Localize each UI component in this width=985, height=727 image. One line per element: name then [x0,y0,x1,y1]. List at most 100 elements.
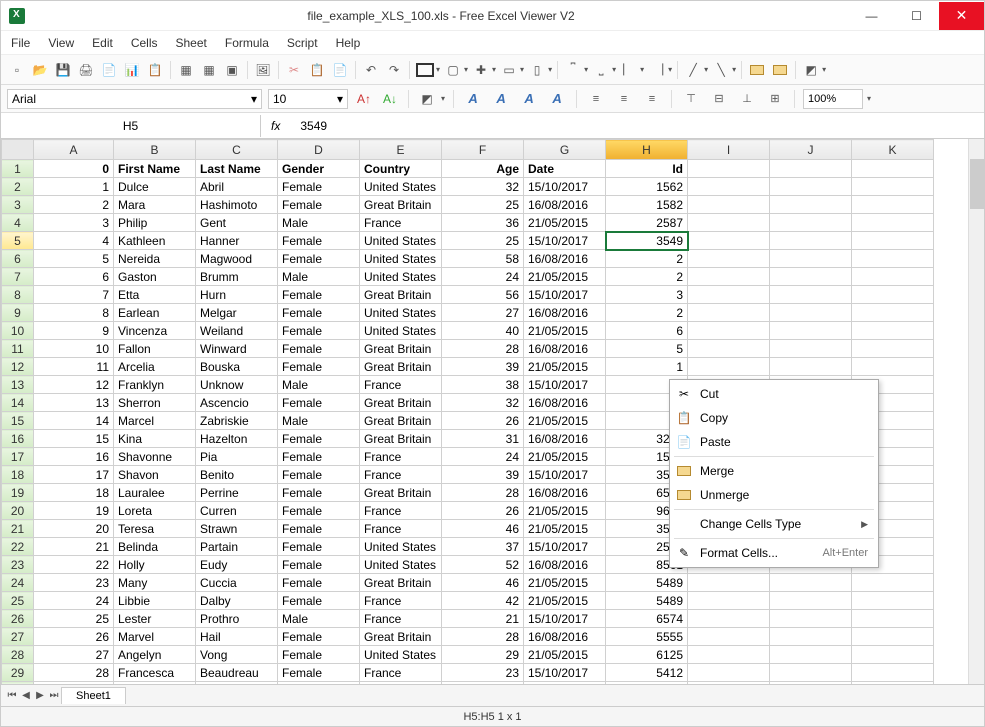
cell-B30[interactable]: Garth [114,682,196,685]
cell-F9[interactable]: 27 [442,304,524,322]
cell-G29[interactable]: 15/10/2017 [524,664,606,682]
cell-B12[interactable]: Arcelia [114,358,196,376]
cell-C12[interactable]: Bouska [196,358,278,376]
cell-H2[interactable]: 1562 [606,178,688,196]
cell-J9[interactable] [770,304,852,322]
menu-cells[interactable]: Cells [131,36,158,50]
cell-C5[interactable]: Hanner [196,232,278,250]
cell-H27[interactable]: 5555 [606,628,688,646]
cell-I3[interactable] [688,196,770,214]
col-header-A[interactable]: A [34,140,114,160]
cell-A15[interactable]: 14 [34,412,114,430]
cell-E4[interactable]: France [360,214,442,232]
diag-cell-icon[interactable]: ◩ [417,89,437,109]
cell-B2[interactable]: Dulce [114,178,196,196]
maximize-button[interactable]: ☐ [894,2,939,30]
col-header-H[interactable]: H [606,140,688,160]
cell-A20[interactable]: 19 [34,502,114,520]
cell-C6[interactable]: Magwood [196,250,278,268]
cell-G27[interactable]: 16/08/2016 [524,628,606,646]
cell-G20[interactable]: 21/05/2015 [524,502,606,520]
cell-H7[interactable]: 2 [606,268,688,286]
cell-A3[interactable]: 2 [34,196,114,214]
cell-E13[interactable]: France [360,376,442,394]
valign-bot-icon[interactable]: ⊥ [736,89,758,109]
cell-E5[interactable]: United States [360,232,442,250]
cell-I24[interactable] [688,574,770,592]
cell-D3[interactable]: Female [278,196,360,214]
cell-F5[interactable]: 25 [442,232,524,250]
cell-D2[interactable]: Female [278,178,360,196]
cell-K5[interactable] [852,232,934,250]
col-header-C[interactable]: C [196,140,278,160]
menu-formula[interactable]: Formula [225,36,269,50]
cell-E16[interactable]: Great Britain [360,430,442,448]
cell-A7[interactable]: 6 [34,268,114,286]
cell-C30[interactable]: Gangi [196,682,278,685]
cell-E19[interactable]: Great Britain [360,484,442,502]
cell-I30[interactable] [688,682,770,685]
cell-B1[interactable]: First Name [114,160,196,178]
cell-K4[interactable] [852,214,934,232]
cell-G4[interactable]: 21/05/2015 [524,214,606,232]
cell-E21[interactable]: France [360,520,442,538]
fill-icon[interactable]: ▢ [443,60,463,80]
hborder-icon[interactable]: ▭ [499,60,519,80]
row-header-22[interactable]: 22 [2,538,34,556]
cell-E20[interactable]: France [360,502,442,520]
cell-B23[interactable]: Holly [114,556,196,574]
right-icon[interactable]: ⎹ [647,60,667,80]
cell-C26[interactable]: Prothro [196,610,278,628]
cell-F13[interactable]: 38 [442,376,524,394]
cell-E24[interactable]: Great Britain [360,574,442,592]
cell-A5[interactable]: 4 [34,232,114,250]
cell-F19[interactable]: 28 [442,484,524,502]
cell-A22[interactable]: 21 [34,538,114,556]
cell-I10[interactable] [688,322,770,340]
cell-B18[interactable]: Shavon [114,466,196,484]
row-header-2[interactable]: 2 [2,178,34,196]
row-header-17[interactable]: 17 [2,448,34,466]
chart-icon[interactable]: ▣ [222,60,242,80]
tab-nav-last[interactable]: ⏭ [47,690,61,701]
cell-G18[interactable]: 15/10/2017 [524,466,606,484]
cell-D24[interactable]: Female [278,574,360,592]
menu-sheet[interactable]: Sheet [176,36,207,50]
cell-H9[interactable]: 2 [606,304,688,322]
cell-B16[interactable]: Kina [114,430,196,448]
cell-E14[interactable]: Great Britain [360,394,442,412]
cell-G13[interactable]: 15/10/2017 [524,376,606,394]
row-header-16[interactable]: 16 [2,430,34,448]
cell-F29[interactable]: 23 [442,664,524,682]
cell-G19[interactable]: 16/08/2016 [524,484,606,502]
left-icon[interactable]: ⎸ [619,60,639,80]
cell-H10[interactable]: 6 [606,322,688,340]
col-header-E[interactable]: E [360,140,442,160]
cell-D7[interactable]: Male [278,268,360,286]
cell-C3[interactable]: Hashimoto [196,196,278,214]
cell-J30[interactable] [770,682,852,685]
cell-C17[interactable]: Pia [196,448,278,466]
cell-F16[interactable]: 31 [442,430,524,448]
cell-D4[interactable]: Male [278,214,360,232]
cell-E30[interactable]: United States [360,682,442,685]
table-icon[interactable]: ▦ [176,60,196,80]
cell-D26[interactable]: Male [278,610,360,628]
cell-F25[interactable]: 42 [442,592,524,610]
cell-K28[interactable] [852,646,934,664]
cell-D29[interactable]: Female [278,664,360,682]
cell-G23[interactable]: 16/08/2016 [524,556,606,574]
cell-J26[interactable] [770,610,852,628]
cell-J7[interactable] [770,268,852,286]
cell-G28[interactable]: 21/05/2015 [524,646,606,664]
cell-J27[interactable] [770,628,852,646]
row-header-5[interactable]: 5 [2,232,34,250]
align-left-icon[interactable]: ≡ [585,89,607,109]
cell-I1[interactable] [688,160,770,178]
cell-B25[interactable]: Libbie [114,592,196,610]
row-header-21[interactable]: 21 [2,520,34,538]
diag1-icon[interactable]: ╱ [683,60,703,80]
cell-A21[interactable]: 20 [34,520,114,538]
cell-G17[interactable]: 21/05/2015 [524,448,606,466]
cell-F2[interactable]: 32 [442,178,524,196]
